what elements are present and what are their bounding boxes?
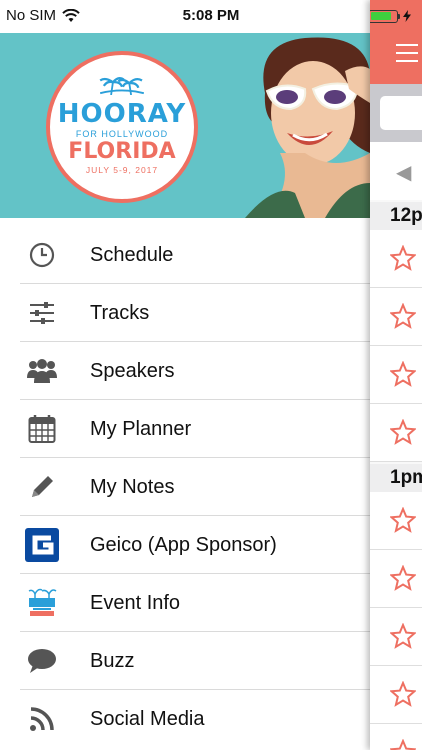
session-row[interactable]: [370, 492, 422, 550]
status-left: No SIM: [6, 7, 80, 24]
star-icon[interactable]: [390, 565, 416, 591]
geico-logo-icon: [24, 527, 60, 563]
main-view-peek[interactable]: ◀ 12p 1pm: [370, 0, 422, 750]
menu-label: Speakers: [90, 359, 175, 382]
search-input[interactable]: [380, 96, 422, 130]
previous-day-icon[interactable]: ◀: [396, 160, 411, 185]
session-row[interactable]: [370, 550, 422, 608]
time-header: 1pm: [370, 464, 422, 492]
palm-trees-icon: [99, 77, 145, 95]
session-row[interactable]: [370, 230, 422, 288]
event-logo: HOORAY FOR HOLLYWOOD FLORIDA JULY 5-9, 2…: [46, 51, 198, 203]
people-icon: [24, 353, 60, 389]
logo-dates: JULY 5-9, 2017: [85, 165, 159, 175]
logo-title: HOORAY: [57, 99, 187, 129]
star-icon[interactable]: [390, 681, 416, 707]
menu-item-my-notes[interactable]: My Notes: [0, 458, 370, 516]
menu-label: My Notes: [90, 475, 175, 498]
sliders-icon: [24, 295, 60, 331]
pencil-icon: [24, 469, 60, 505]
menu-label: Event Info: [90, 591, 181, 614]
menu-label: Tracks: [90, 301, 150, 324]
side-menu: Schedule Tracks Speakers My Planner My N…: [0, 226, 370, 748]
session-row[interactable]: [370, 608, 422, 666]
star-icon[interactable]: [390, 245, 416, 271]
menu-item-schedule[interactable]: Schedule: [0, 226, 370, 284]
session-row[interactable]: [370, 404, 422, 462]
menu-label: Geico (App Sponsor): [90, 533, 277, 556]
menu-label: Buzz: [90, 649, 135, 672]
menu-label: Schedule: [90, 243, 174, 266]
logo-subtitle: FOR HOLLYWOOD: [75, 129, 169, 139]
search-bar: [370, 84, 422, 142]
speech-bubble-icon: [24, 643, 60, 679]
star-icon[interactable]: [390, 507, 416, 533]
logo-location: FLORIDA: [68, 139, 176, 164]
menu-label: Social Media: [90, 707, 205, 730]
session-row[interactable]: [370, 346, 422, 404]
menu-item-speakers[interactable]: Speakers: [0, 342, 370, 400]
vintage-woman-image: [245, 37, 370, 218]
hamburger-menu-icon[interactable]: [396, 44, 418, 62]
menu-item-event-info[interactable]: Event Info: [0, 574, 370, 632]
star-icon[interactable]: [390, 361, 416, 387]
hero-banner: HOORAY FOR HOLLYWOOD FLORIDA JULY 5-9, 2…: [0, 33, 370, 218]
hooray-logo-icon: [24, 585, 60, 621]
star-icon[interactable]: [390, 739, 416, 750]
menu-item-social-media[interactable]: Social Media: [0, 690, 370, 748]
time-header: 12p: [370, 202, 422, 230]
wifi-icon: [62, 8, 80, 22]
day-selector: ◀: [370, 142, 422, 200]
star-icon[interactable]: [390, 623, 416, 649]
clock-icon: [24, 237, 60, 273]
carrier-label: No SIM: [6, 7, 57, 24]
session-row[interactable]: [370, 724, 422, 750]
menu-item-my-planner[interactable]: My Planner: [0, 400, 370, 458]
menu-label: My Planner: [90, 417, 192, 440]
session-row[interactable]: [370, 288, 422, 346]
status-bar: No SIM 5:08 PM: [0, 0, 422, 32]
star-icon[interactable]: [390, 419, 416, 445]
session-row[interactable]: [370, 666, 422, 724]
menu-item-tracks[interactable]: Tracks: [0, 284, 370, 342]
rss-icon: [24, 701, 60, 737]
menu-item-buzz[interactable]: Buzz: [0, 632, 370, 690]
menu-item-geico[interactable]: Geico (App Sponsor): [0, 516, 370, 574]
star-icon[interactable]: [390, 303, 416, 329]
calendar-icon: [24, 411, 60, 447]
